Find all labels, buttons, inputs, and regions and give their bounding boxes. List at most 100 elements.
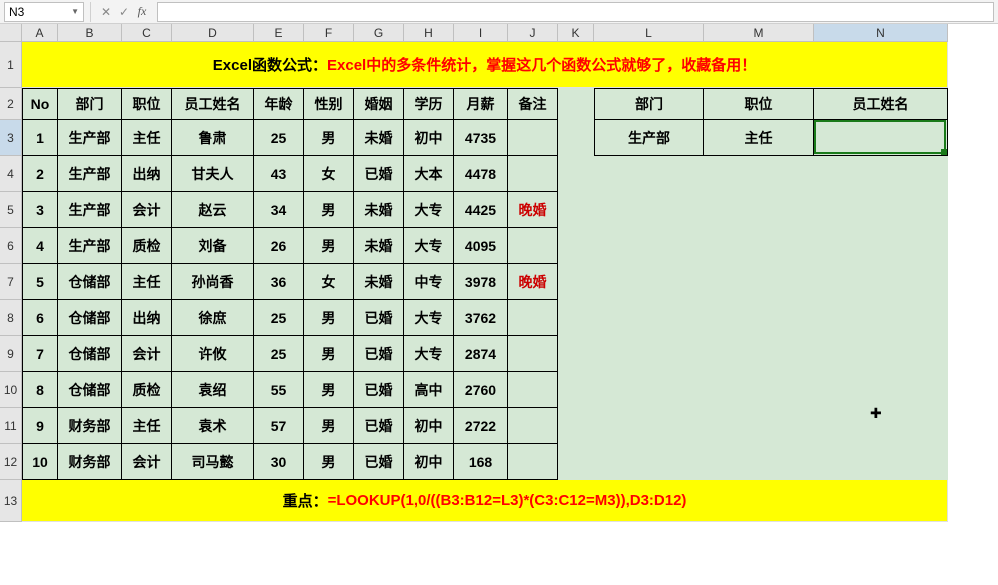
table-cell-r8-c6[interactable]: 已婚 (354, 372, 404, 408)
row-header-1[interactable]: 1 (0, 42, 22, 88)
table-cell-r6-c7[interactable]: 大专 (404, 300, 454, 336)
table-cell-r7-c1[interactable]: 仓储部 (58, 336, 122, 372)
lookup-value-1[interactable]: 主任 (704, 120, 814, 156)
table-cell-r1-c4[interactable]: 25 (254, 120, 304, 156)
table-cell-r7-c0[interactable]: 7 (22, 336, 58, 372)
table-cell-r7-c6[interactable]: 已婚 (354, 336, 404, 372)
row-header-6[interactable]: 6 (0, 228, 22, 264)
table-cell-r7-c4[interactable]: 25 (254, 336, 304, 372)
table-header-3[interactable]: 员工姓名 (172, 88, 254, 120)
table-cell-r4-c3[interactable]: 刘备 (172, 228, 254, 264)
lookup-header-1[interactable]: 职位 (704, 88, 814, 120)
table-cell-r1-c9[interactable] (508, 120, 558, 156)
column-header-E[interactable]: E (254, 24, 304, 42)
table-cell-r3-c8[interactable]: 4425 (454, 192, 508, 228)
table-header-5[interactable]: 性别 (304, 88, 354, 120)
table-cell-r7-c5[interactable]: 男 (304, 336, 354, 372)
table-header-0[interactable]: No (22, 88, 58, 120)
table-cell-r5-c1[interactable]: 仓储部 (58, 264, 122, 300)
table-cell-r3-c2[interactable]: 会计 (122, 192, 172, 228)
column-header-J[interactable]: J (508, 24, 558, 42)
column-header-A[interactable]: A (22, 24, 58, 42)
table-cell-r10-c2[interactable]: 会计 (122, 444, 172, 480)
column-header-M[interactable]: M (704, 24, 814, 42)
table-cell-r1-c1[interactable]: 生产部 (58, 120, 122, 156)
table-cell-r6-c4[interactable]: 25 (254, 300, 304, 336)
select-all-corner[interactable] (0, 24, 22, 42)
table-cell-r6-c1[interactable]: 仓储部 (58, 300, 122, 336)
name-box[interactable]: N3 ▼ (4, 2, 84, 22)
table-cell-r1-c3[interactable]: 鲁肃 (172, 120, 254, 156)
lookup-value-2[interactable] (814, 120, 948, 156)
table-cell-r9-c1[interactable]: 财务部 (58, 408, 122, 444)
row-header-3[interactable]: 3 (0, 120, 22, 156)
table-header-6[interactable]: 婚姻 (354, 88, 404, 120)
table-cell-r8-c8[interactable]: 2760 (454, 372, 508, 408)
table-cell-r7-c9[interactable] (508, 336, 558, 372)
table-cell-r8-c9[interactable] (508, 372, 558, 408)
table-cell-r3-c9[interactable]: 晚婚 (508, 192, 558, 228)
table-header-4[interactable]: 年龄 (254, 88, 304, 120)
column-header-L[interactable]: L (594, 24, 704, 42)
column-header-I[interactable]: I (454, 24, 508, 42)
fx-icon[interactable]: fx (133, 2, 151, 22)
title-row[interactable]: Excel函数公式：Excel中的多条件统计，掌握这几个函数公式就够了，收藏备用… (22, 42, 948, 88)
table-cell-r6-c2[interactable]: 出纳 (122, 300, 172, 336)
table-cell-r9-c4[interactable]: 57 (254, 408, 304, 444)
table-cell-r2-c6[interactable]: 已婚 (354, 156, 404, 192)
column-header-N[interactable]: N (814, 24, 948, 42)
table-cell-r2-c3[interactable]: 甘夫人 (172, 156, 254, 192)
table-cell-r5-c3[interactable]: 孙尚香 (172, 264, 254, 300)
table-cell-r5-c7[interactable]: 中专 (404, 264, 454, 300)
table-cell-r3-c0[interactable]: 3 (22, 192, 58, 228)
table-cell-r5-c9[interactable]: 晚婚 (508, 264, 558, 300)
table-cell-r5-c0[interactable]: 5 (22, 264, 58, 300)
table-cell-r10-c9[interactable] (508, 444, 558, 480)
column-header-B[interactable]: B (58, 24, 122, 42)
table-cell-r3-c6[interactable]: 未婚 (354, 192, 404, 228)
table-cell-r4-c0[interactable]: 4 (22, 228, 58, 264)
table-cell-r9-c6[interactable]: 已婚 (354, 408, 404, 444)
table-cell-r9-c8[interactable]: 2722 (454, 408, 508, 444)
row-header-12[interactable]: 12 (0, 444, 22, 480)
table-cell-r1-c7[interactable]: 初中 (404, 120, 454, 156)
table-cell-r2-c7[interactable]: 大本 (404, 156, 454, 192)
column-header-D[interactable]: D (172, 24, 254, 42)
table-cell-r3-c5[interactable]: 男 (304, 192, 354, 228)
table-cell-r4-c2[interactable]: 质检 (122, 228, 172, 264)
table-cell-r2-c4[interactable]: 43 (254, 156, 304, 192)
table-cell-r5-c4[interactable]: 36 (254, 264, 304, 300)
table-cell-r4-c5[interactable]: 男 (304, 228, 354, 264)
table-cell-r3-c1[interactable]: 生产部 (58, 192, 122, 228)
table-cell-r5-c6[interactable]: 未婚 (354, 264, 404, 300)
table-cell-r10-c7[interactable]: 初中 (404, 444, 454, 480)
table-cell-r2-c9[interactable] (508, 156, 558, 192)
table-cell-r1-c6[interactable]: 未婚 (354, 120, 404, 156)
table-cell-r2-c0[interactable]: 2 (22, 156, 58, 192)
table-cell-r6-c0[interactable]: 6 (22, 300, 58, 336)
table-cell-r4-c7[interactable]: 大专 (404, 228, 454, 264)
table-cell-r6-c8[interactable]: 3762 (454, 300, 508, 336)
row-header-7[interactable]: 7 (0, 264, 22, 300)
table-header-1[interactable]: 部门 (58, 88, 122, 120)
table-cell-r6-c3[interactable]: 徐庶 (172, 300, 254, 336)
table-cell-r5-c2[interactable]: 主任 (122, 264, 172, 300)
table-cell-r2-c2[interactable]: 出纳 (122, 156, 172, 192)
table-cell-r9-c0[interactable]: 9 (22, 408, 58, 444)
column-header-H[interactable]: H (404, 24, 454, 42)
table-cell-r8-c2[interactable]: 质检 (122, 372, 172, 408)
table-cell-r8-c7[interactable]: 高中 (404, 372, 454, 408)
lookup-header-0[interactable]: 部门 (594, 88, 704, 120)
row-header-13[interactable]: 13 (0, 480, 22, 522)
table-cell-r3-c3[interactable]: 赵云 (172, 192, 254, 228)
table-header-7[interactable]: 学历 (404, 88, 454, 120)
row-header-10[interactable]: 10 (0, 372, 22, 408)
table-cell-r10-c3[interactable]: 司马懿 (172, 444, 254, 480)
table-cell-r9-c7[interactable]: 初中 (404, 408, 454, 444)
table-cell-r10-c5[interactable]: 男 (304, 444, 354, 480)
table-cell-r2-c5[interactable]: 女 (304, 156, 354, 192)
row-header-11[interactable]: 11 (0, 408, 22, 444)
table-cell-r2-c8[interactable]: 4478 (454, 156, 508, 192)
table-cell-r10-c6[interactable]: 已婚 (354, 444, 404, 480)
table-cell-r5-c8[interactable]: 3978 (454, 264, 508, 300)
